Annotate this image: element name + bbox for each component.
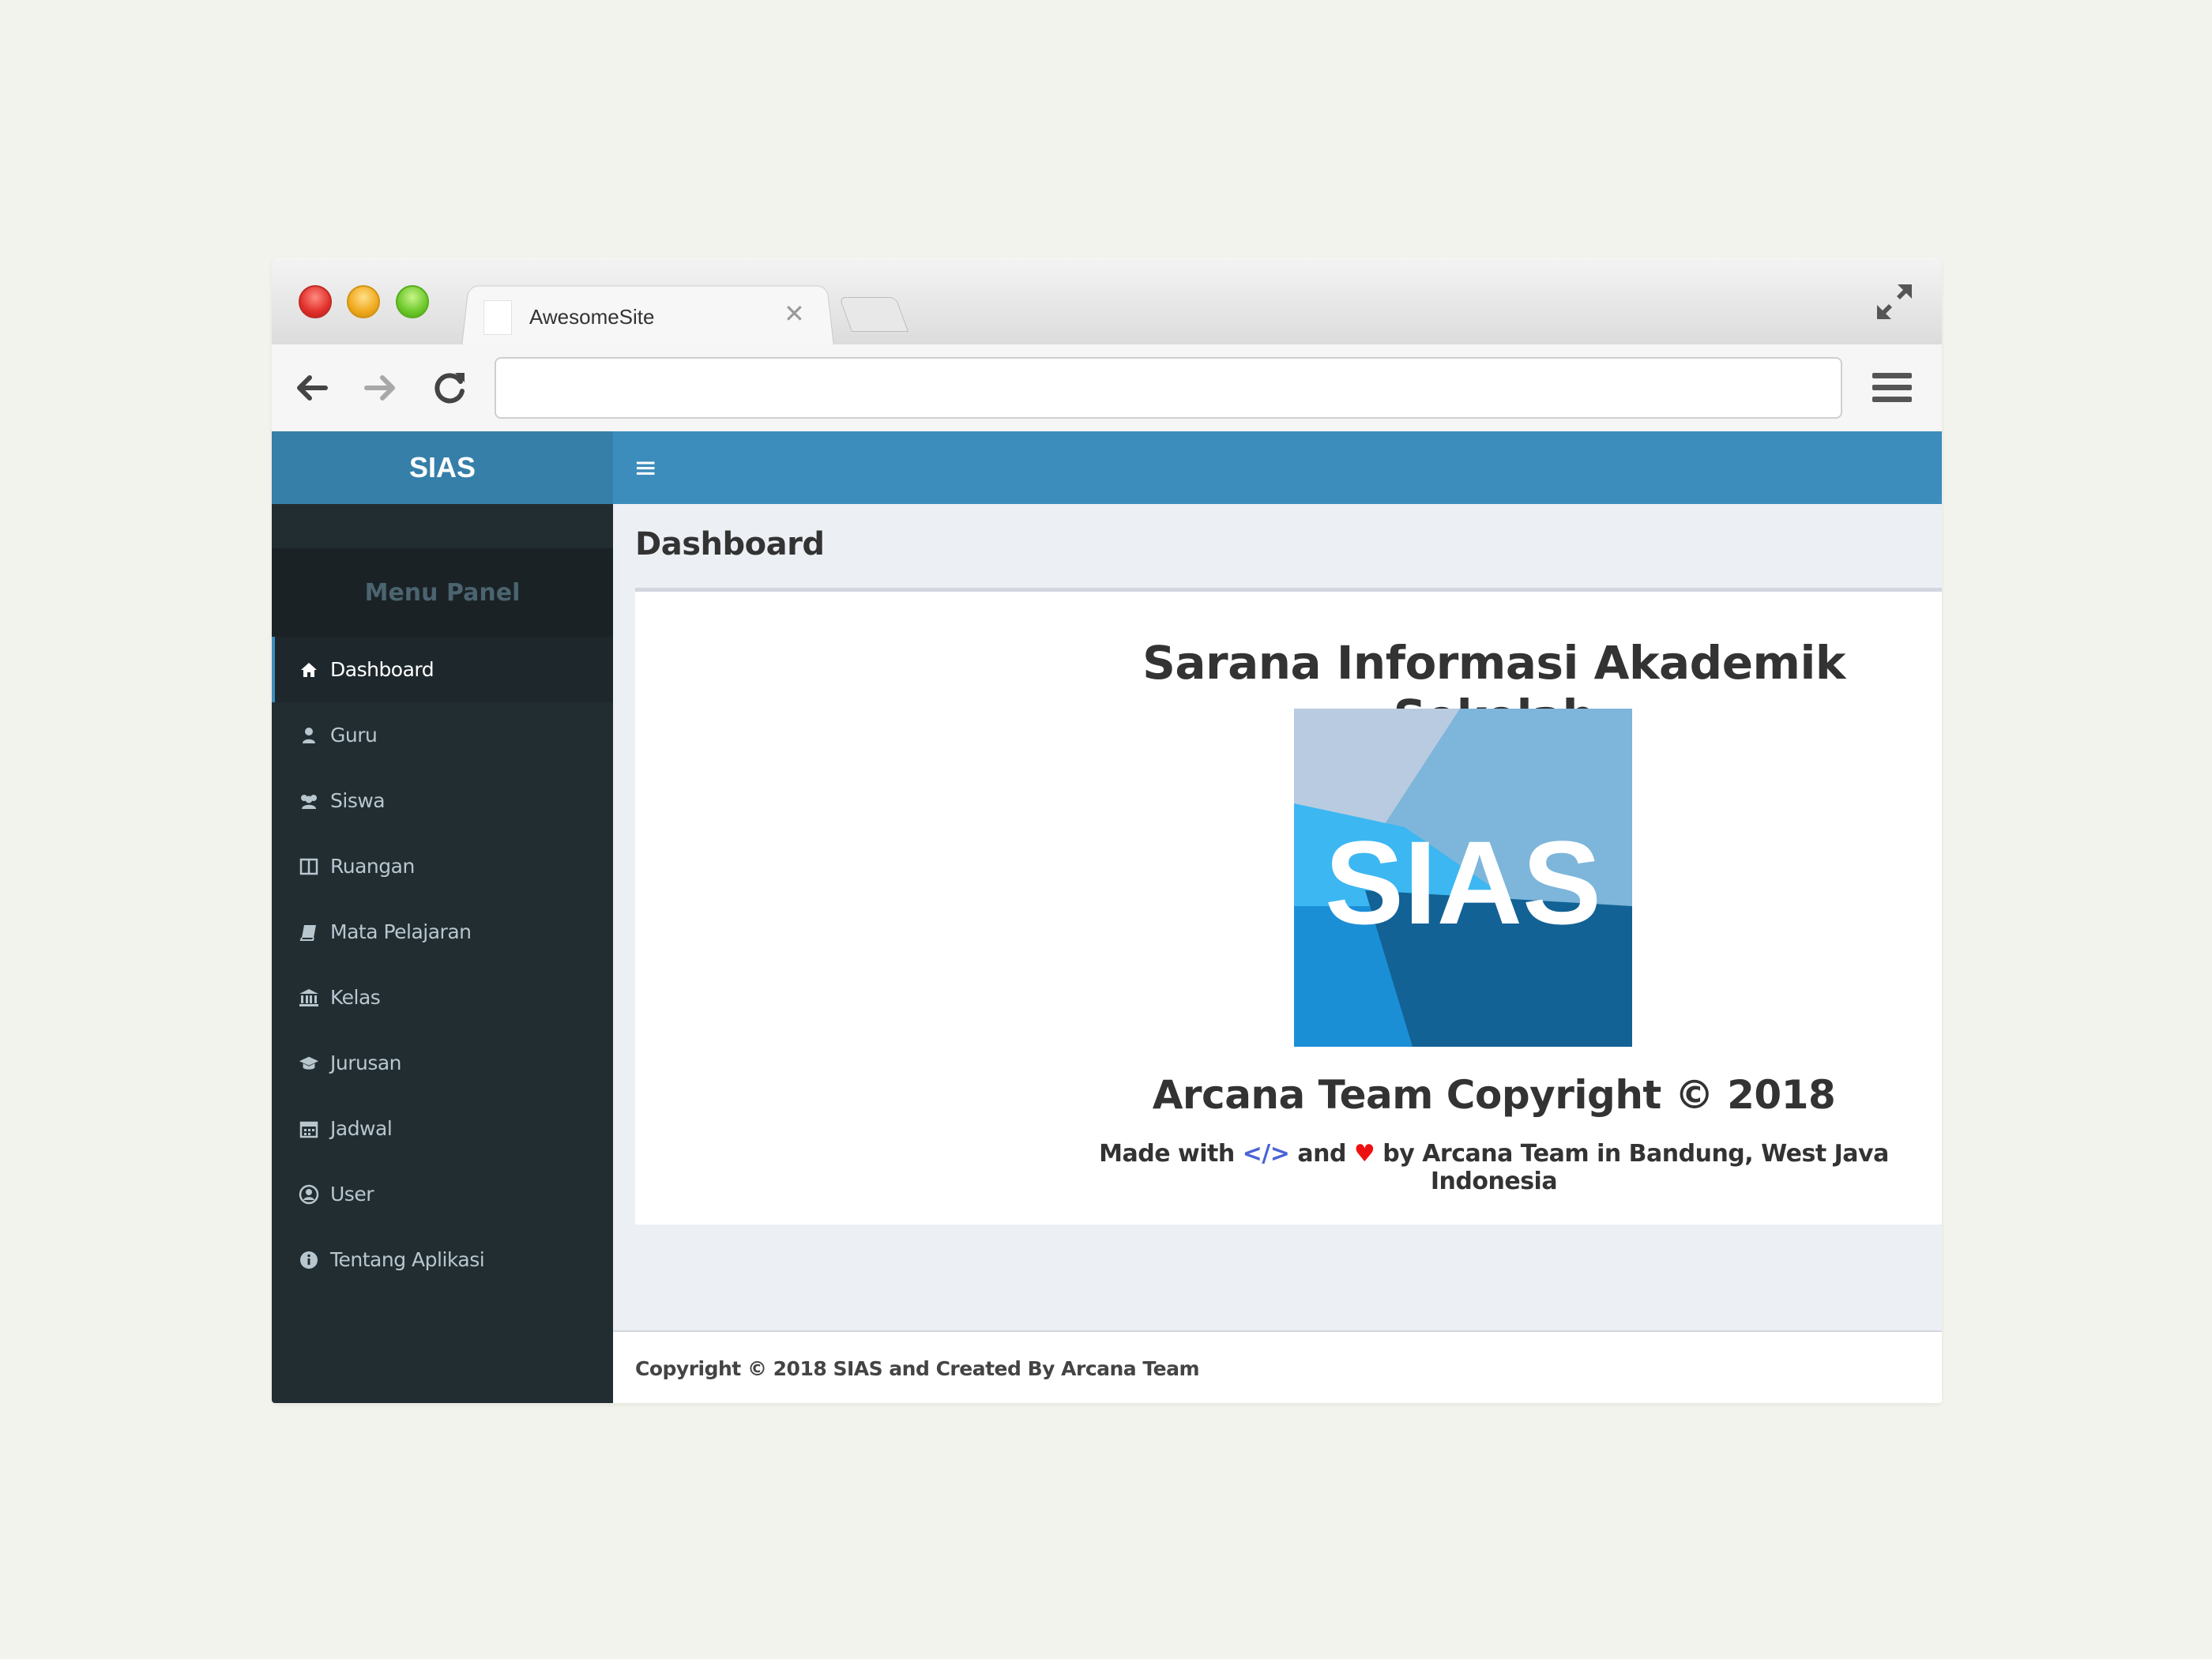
graduation-cap-icon	[299, 1053, 319, 1074]
sidebar-item-label: User	[330, 1183, 374, 1206]
sidebar-item-ruangan[interactable]: Ruangan	[272, 833, 613, 899]
back-arrow-icon[interactable]	[291, 367, 333, 409]
made-and: and	[1297, 1140, 1346, 1168]
user-circle-icon	[299, 1184, 319, 1205]
page-title: Dashboard	[635, 526, 825, 562]
columns-icon	[299, 856, 319, 877]
top-navbar: ≡	[613, 431, 1942, 504]
info-circle-icon	[299, 1250, 319, 1270]
browser-tab-content: AwesomeSite ✕	[483, 294, 815, 341]
forward-arrow-icon[interactable]	[359, 367, 401, 409]
browser-toolbar	[272, 344, 1942, 432]
sidebar-item-jadwal[interactable]: Jadwal	[272, 1096, 613, 1161]
sidebar-item-jurusan[interactable]: Jurusan	[272, 1030, 613, 1096]
made-suffix: by Arcana Team in Bandung, West Java Ind…	[1382, 1140, 1889, 1195]
logo-text: SIAS	[1325, 816, 1601, 949]
sidebar-item-label: Ruangan	[330, 855, 415, 878]
close-window-button[interactable]	[299, 285, 332, 318]
sidebar-item-label: Kelas	[330, 986, 381, 1009]
made-with-line: Made with </> and ♥ by Arcana Team in Ba…	[635, 1140, 1942, 1195]
sidebar-item-kelas[interactable]: Kelas	[272, 965, 613, 1030]
sidebar-item-siswa[interactable]: Siswa	[272, 768, 613, 833]
institution-icon	[299, 988, 319, 1008]
tab-close-icon[interactable]: ✕	[784, 299, 805, 329]
sidebar-item-label: Jadwal	[330, 1117, 393, 1140]
sidebar-item-label: Guru	[330, 724, 378, 747]
content-wrapper: Dashboard Sarana Informasi Akademik Seko…	[613, 504, 1942, 1330]
user-icon	[299, 725, 319, 746]
users-icon	[299, 791, 319, 811]
browser-menu-icon[interactable]	[1871, 368, 1913, 408]
sidebar-item-label: Jurusan	[330, 1051, 402, 1074]
minimize-window-button[interactable]	[347, 285, 380, 318]
sidebar-item-tentang-aplikasi[interactable]: Tentang Aplikasi	[272, 1227, 613, 1292]
browser-titlebar: AwesomeSite ✕	[272, 258, 1942, 347]
sidebar-item-label: Tentang Aplikasi	[330, 1248, 485, 1271]
sidebar-item-guru[interactable]: Guru	[272, 702, 613, 768]
sidebar-header: Menu Panel	[272, 548, 613, 637]
footer-copyright: Copyright © 2018 SIAS and Created By Arc…	[635, 1357, 1200, 1380]
sias-logo-image: SIAS	[1294, 709, 1632, 1047]
fullscreen-icon[interactable]	[1874, 281, 1915, 322]
sidebar-toggle-icon[interactable]: ≡	[634, 452, 657, 484]
reload-icon[interactable]	[428, 367, 471, 409]
sidebar-item-dashboard[interactable]: Dashboard	[272, 637, 613, 702]
heart-icon: ♥	[1353, 1140, 1375, 1168]
tab-title: AwesomeSite	[529, 305, 655, 329]
home-icon	[299, 660, 319, 680]
zoom-window-button[interactable]	[396, 285, 429, 318]
book-icon	[299, 922, 319, 942]
address-bar[interactable]	[495, 357, 1842, 419]
calendar-icon	[299, 1119, 319, 1139]
admin-app: SIAS ≡ Menu Panel Dashboard Guru Siswa R…	[272, 431, 1942, 1403]
page-favicon-icon	[483, 300, 512, 335]
made-prefix: Made with	[1099, 1140, 1235, 1168]
sidebar-item-label: Siswa	[330, 789, 386, 812]
browser-window: AwesomeSite ✕ SIAS ≡ Menu Panel Dashboar…	[272, 258, 1942, 1403]
app-logo[interactable]: SIAS	[272, 431, 613, 504]
sidebar-item-label: Mata Pelajaran	[330, 920, 472, 943]
sidebar-item-user[interactable]: User	[272, 1161, 613, 1227]
sidebar-item-label: Dashboard	[330, 658, 434, 681]
sidebar-item-mata-pelajaran[interactable]: Mata Pelajaran	[272, 899, 613, 965]
copyright-title: Arcana Team Copyright © 2018	[1152, 1072, 1836, 1118]
page-footer: Copyright © 2018 SIAS and Created By Arc…	[613, 1330, 1942, 1403]
sidebar: Menu Panel Dashboard Guru Siswa Ruangan …	[272, 504, 613, 1403]
hero-title: Sarana Informasi Akademik Sekolah	[1142, 636, 1845, 743]
dashboard-box: Sarana Informasi Akademik Sekolah SIAS A…	[635, 588, 1942, 1224]
code-icon: </>	[1242, 1140, 1290, 1168]
new-tab-button[interactable]	[838, 297, 909, 332]
